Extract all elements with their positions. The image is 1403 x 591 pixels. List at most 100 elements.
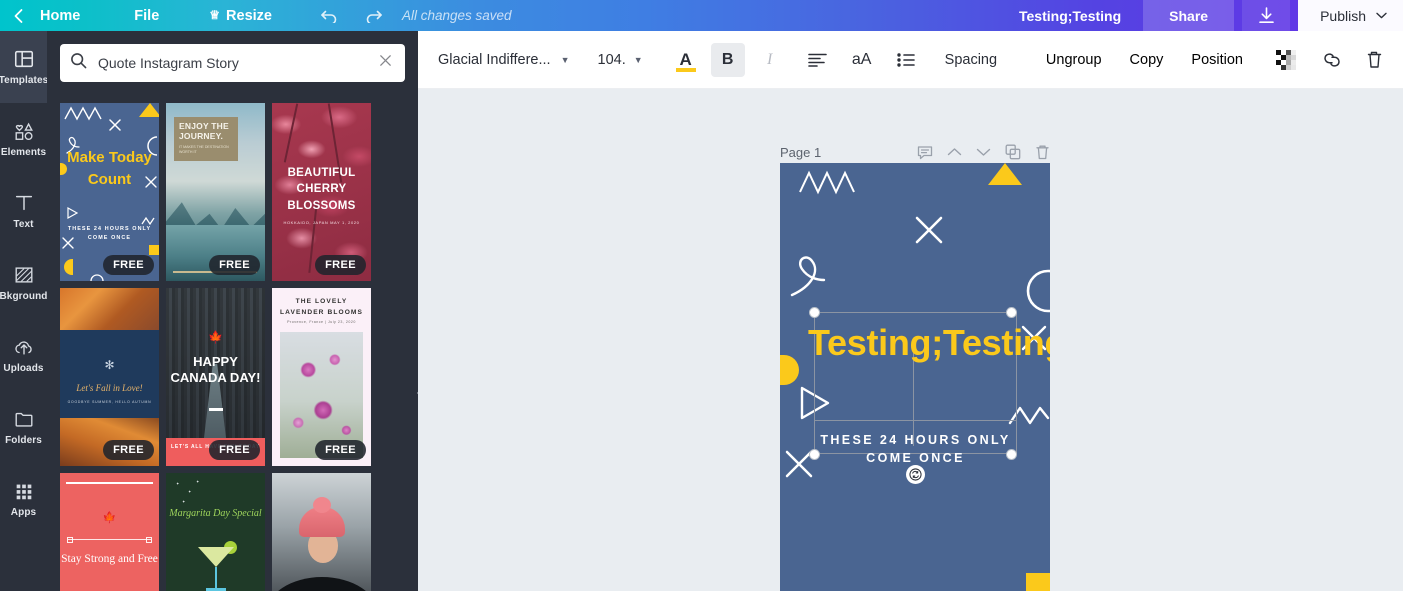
color-swatch (675, 67, 696, 72)
undo-button[interactable] (314, 0, 344, 31)
resize-label: Resize (226, 7, 272, 24)
bold-button[interactable]: B (710, 42, 745, 77)
search-icon (70, 52, 87, 74)
template-card[interactable] (272, 473, 371, 591)
sidebar-item-folders[interactable]: Folders (0, 391, 47, 463)
position-button[interactable]: Position (1177, 43, 1257, 77)
text-color-letter: A (679, 49, 692, 69)
font-family-select[interactable]: Glacial Indiffere... ▼ (438, 43, 574, 77)
template-title: THE LOVELY LAVENDER BLOOMS (279, 298, 364, 317)
download-button[interactable] (1242, 0, 1291, 31)
left-rail: Templates Elements Text Bkground Uploads… (0, 31, 48, 591)
share-button[interactable]: Share (1143, 0, 1235, 31)
redo-button[interactable] (358, 0, 388, 31)
sidebar-item-apps[interactable]: Apps (0, 463, 47, 535)
download-icon (1258, 6, 1274, 23)
ungroup-button[interactable]: Ungroup (1032, 43, 1116, 77)
text-color-button[interactable]: A (669, 43, 703, 77)
link-button[interactable] (1315, 43, 1349, 77)
text-case-button[interactable]: aA (845, 43, 879, 77)
top-rule (66, 482, 153, 485)
sidebar-item-background[interactable]: Bkground (0, 247, 47, 319)
delete-button[interactable] (1357, 43, 1391, 77)
share-label: Share (1169, 7, 1209, 24)
page-tools (917, 144, 1050, 160)
move-down-icon[interactable] (976, 147, 991, 157)
sidebar-item-text[interactable]: Text (0, 175, 47, 247)
spacing-button[interactable]: Spacing (945, 43, 997, 77)
move-up-icon[interactable] (947, 147, 962, 157)
font-size-value: 104. (597, 51, 626, 68)
template-card[interactable]: ENJOY THE JOURNEY. IT MAKES THE DESTINAT… (166, 103, 265, 281)
template-subtitle: GOODBYE SUMMER, HELLO AUTUMN (67, 400, 152, 404)
template-card[interactable]: ✻ Let's Fall in Love! GOODBYE SUMMER, HE… (60, 288, 159, 466)
back-button[interactable] (0, 0, 36, 31)
rotate-handle[interactable] (906, 465, 925, 484)
undo-icon (320, 10, 336, 23)
bullet-list-icon (896, 53, 915, 67)
file-menu[interactable]: File (130, 0, 163, 31)
template-card[interactable]: 🍁 Stay Strong and Free (60, 473, 159, 591)
template-card[interactable]: THE LOVELY LAVENDER BLOOMS Provence, Fra… (272, 288, 371, 466)
template-title: Margarita Day Special (169, 508, 262, 519)
duplicate-icon[interactable] (1005, 144, 1021, 160)
italic-button[interactable]: I (753, 43, 787, 77)
resize-handle-br[interactable] (1006, 449, 1017, 460)
sidebar-item-elements[interactable]: Elements (0, 103, 47, 175)
template-card[interactable]: 🍁 HAPPY CANADA DAY! LET'S ALL HAVE FUN T… (166, 288, 265, 466)
autumn-photo-top (60, 288, 159, 330)
text-align-button[interactable] (801, 43, 835, 77)
template-subtitle: HOKKAIDO, JAPAN MAY 1, 2020 (283, 220, 360, 225)
template-title: Make Today Count (67, 149, 152, 188)
sparkle-icon: ✦ (182, 499, 186, 504)
toolbar-right-group: Ungroup Copy Position (1032, 43, 1391, 77)
resize-menu[interactable]: ♕ Resize (205, 0, 276, 31)
page-bar: Page 1 (780, 141, 1050, 163)
template-title: ENJOY THE JOURNEY. (179, 121, 229, 141)
canvas-subtitle-text[interactable]: THESE 24 HOURS ONLY COME ONCE (808, 431, 1023, 467)
transparency-button[interactable] (1269, 43, 1303, 77)
copy-button[interactable]: Copy (1116, 43, 1178, 77)
free-badge: FREE (209, 440, 260, 460)
resize-handle-bl[interactable] (809, 449, 820, 460)
template-card[interactable]: ✦ ✦ ✦ ✦ Margarita Day Special (166, 473, 265, 591)
glass-base (206, 588, 226, 591)
templates-panel: Make Today Count THESE 24 HOURS ONLY COM… (47, 31, 418, 591)
search-input[interactable] (98, 55, 376, 71)
close-icon[interactable] (376, 53, 395, 73)
template-title: HAPPY CANADA DAY! (170, 354, 261, 386)
font-size-select[interactable]: 104. ▼ (598, 43, 643, 77)
link-icon (1324, 52, 1340, 67)
trash-icon[interactable] (1035, 144, 1050, 160)
font-family-value: Glacial Indiffere... (438, 51, 551, 68)
sidebar-item-templates[interactable]: Templates (0, 31, 48, 103)
free-badge: FREE (315, 255, 366, 275)
home-menu[interactable]: Home (36, 0, 84, 31)
search-box[interactable] (60, 44, 405, 82)
square-deco-icon (1026, 573, 1050, 591)
apps-icon (16, 484, 31, 500)
template-card[interactable]: BEAUTIFUL CHERRY BLOSSOMS HOKKAIDO, JAPA… (272, 103, 371, 281)
text-icon (15, 195, 32, 211)
sidebar-item-uploads[interactable]: Uploads (0, 319, 47, 391)
square-deco-icon (149, 245, 159, 255)
comment-icon[interactable] (917, 145, 933, 160)
triangle-deco-icon (139, 103, 159, 117)
triangle-deco-icon (988, 163, 1022, 185)
selection-divider (814, 420, 1017, 421)
design-canvas[interactable]: Testing;Testing THESE 24 HOURS ONLY COME… (780, 163, 1050, 591)
case-label: aA (851, 50, 872, 68)
sidebar-label-apps: Apps (10, 507, 37, 518)
cocktail-glass (198, 547, 234, 567)
publish-button[interactable]: Publish (1298, 0, 1403, 31)
resize-handle-tr[interactable] (1006, 307, 1017, 318)
template-title: Let's Fall in Love! (76, 383, 143, 393)
resize-handle-tl[interactable] (809, 307, 820, 318)
canvas-title-text[interactable]: Testing;Testing (808, 322, 1050, 363)
align-left-icon (808, 53, 827, 67)
halfcircle-deco-icon (64, 259, 73, 275)
template-card[interactable]: Make Today Count THESE 24 HOURS ONLY COM… (60, 103, 159, 281)
list-button[interactable] (889, 43, 923, 77)
template-grid[interactable]: Make Today Count THESE 24 HOURS ONLY COM… (47, 95, 418, 591)
x-deco-icon (915, 216, 943, 244)
